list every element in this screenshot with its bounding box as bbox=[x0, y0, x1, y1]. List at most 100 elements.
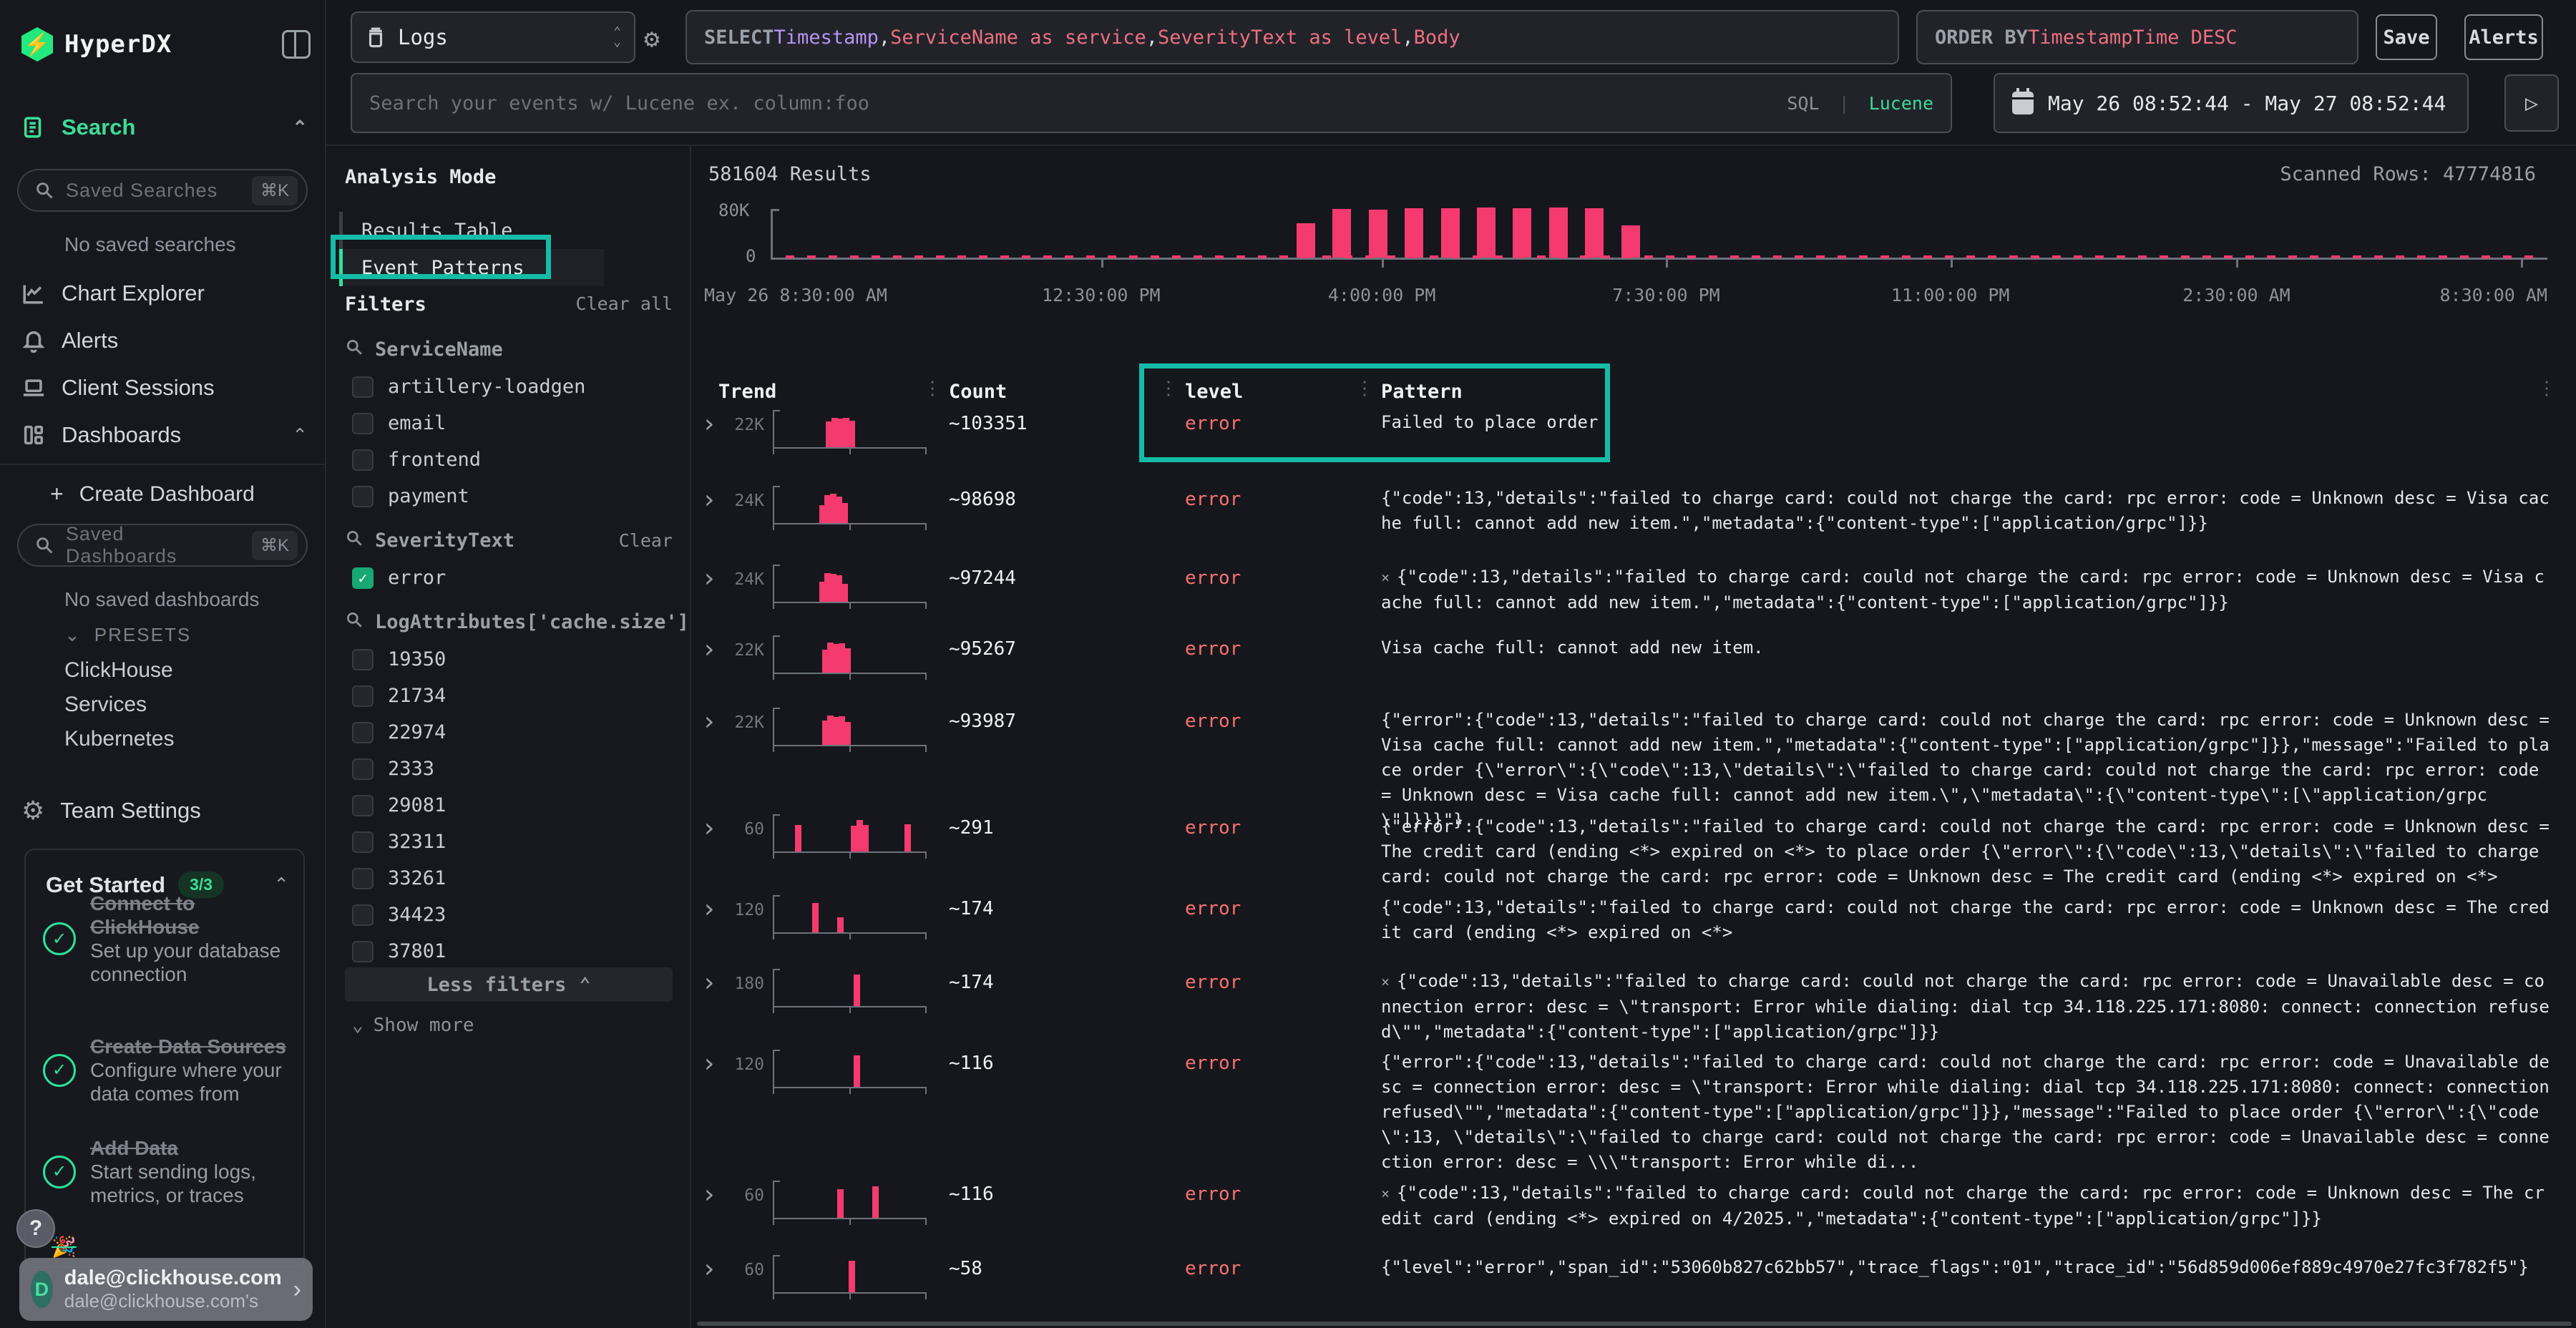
filter-option[interactable]: 19350 bbox=[352, 648, 673, 670]
table-menu-icon[interactable]: ⋮ bbox=[2537, 378, 2556, 399]
checkbox-unchecked[interactable] bbox=[352, 795, 374, 816]
saved-searches-input[interactable]: Saved Searches ⌘K bbox=[17, 169, 308, 212]
create-dashboard-button[interactable]: + Create Dashboard bbox=[50, 481, 308, 507]
search-icon[interactable] bbox=[345, 529, 364, 552]
histogram-bar[interactable] bbox=[1585, 208, 1604, 258]
checkbox-unchecked[interactable] bbox=[352, 486, 374, 507]
get-started-item[interactable]: ✓Create Data SourcesConfigure where your… bbox=[43, 1035, 293, 1105]
checkbox-checked[interactable]: ✓ bbox=[352, 567, 374, 589]
sidebar-item-dashboards[interactable]: Dashboards ⌃ bbox=[21, 422, 308, 448]
saved-dashboards-input[interactable]: Saved Dashboards ⌘K bbox=[17, 524, 308, 567]
histogram-bar[interactable] bbox=[1477, 208, 1496, 258]
filter-option[interactable]: 22974 bbox=[352, 721, 673, 743]
histogram-bar[interactable] bbox=[1513, 208, 1531, 258]
filter-option[interactable]: 2333 bbox=[352, 758, 673, 780]
filter-option[interactable]: ✓error bbox=[352, 567, 673, 589]
sidebar-collapse-icon[interactable] bbox=[282, 30, 311, 59]
col-header-trend[interactable]: Trend bbox=[718, 381, 776, 403]
spark-bar bbox=[837, 917, 844, 932]
gear-icon[interactable]: ⚙ bbox=[644, 24, 660, 54]
hyperdx-logo-icon: ⚡ bbox=[21, 27, 53, 62]
run-query-button[interactable]: ▷ bbox=[2504, 74, 2559, 132]
level-badge: error bbox=[1185, 638, 1241, 660]
sidebar-item-search[interactable]: Search ⌃ bbox=[21, 114, 308, 140]
alerts-button[interactable]: Alerts bbox=[2464, 14, 2543, 60]
col-resize-handle-icon[interactable]: ⋮ bbox=[1159, 378, 1178, 399]
orderby-query-input[interactable]: ORDER BY TimestampTime DESC bbox=[1916, 10, 2358, 64]
filter-option[interactable]: 33261 bbox=[352, 867, 673, 889]
checkbox-unchecked[interactable] bbox=[352, 722, 374, 743]
col-resize-handle-icon[interactable]: ⋮ bbox=[1355, 378, 1374, 399]
checkbox-unchecked[interactable] bbox=[352, 868, 374, 889]
col-header-count[interactable]: Count bbox=[949, 381, 1007, 403]
show-more-button[interactable]: ⌄Show more bbox=[352, 1015, 673, 1036]
checkbox-unchecked[interactable] bbox=[352, 413, 374, 434]
preset-clickhouse[interactable]: ClickHouse bbox=[64, 658, 173, 683]
pattern-text: {"code":13,"details":"failed to charge c… bbox=[1381, 486, 2552, 536]
col-header-level[interactable]: level bbox=[1185, 381, 1243, 403]
sidebar-item-team-settings[interactable]: ⚙ Team Settings bbox=[21, 796, 308, 826]
query-segment: ORDER BY bbox=[1935, 26, 2028, 49]
checkbox-unchecked[interactable] bbox=[352, 649, 374, 670]
filter-option[interactable]: 34423 bbox=[352, 904, 673, 926]
help-button[interactable]: ? bbox=[16, 1209, 55, 1248]
preset-kubernetes[interactable]: Kubernetes bbox=[64, 727, 174, 751]
date-range-picker[interactable]: May 26 08:52:44 - May 27 08:52:44 bbox=[1994, 73, 2469, 133]
preset-services[interactable]: Services bbox=[64, 693, 147, 717]
clear-all-button[interactable]: Clear all bbox=[576, 293, 673, 314]
filter-clear-button[interactable]: Clear bbox=[619, 530, 673, 551]
search-icon[interactable] bbox=[345, 338, 364, 361]
get-started-item[interactable]: ✓Add DataStart sending logs, metrics, or… bbox=[43, 1136, 293, 1207]
filter-option[interactable]: 37801 bbox=[352, 940, 673, 962]
filter-option[interactable]: 21734 bbox=[352, 685, 673, 707]
checkbox-unchecked[interactable] bbox=[352, 831, 374, 853]
histogram-bar[interactable] bbox=[1549, 208, 1568, 258]
sidebar-item-chart-explorer[interactable]: Chart Explorer bbox=[21, 280, 308, 306]
filter-option[interactable]: artillery-loadgen bbox=[352, 376, 673, 398]
sidebar-item-alerts[interactable]: Alerts bbox=[21, 328, 308, 353]
filter-option[interactable]: 29081 bbox=[352, 794, 673, 816]
filter-option[interactable]: 32311 bbox=[352, 831, 673, 853]
select-arrows-icon: ⌃⌄ bbox=[613, 27, 621, 47]
filter-option[interactable]: payment bbox=[352, 485, 673, 507]
col-resize-handle-icon[interactable]: ⋮ bbox=[923, 378, 942, 399]
histogram-bar[interactable] bbox=[1405, 208, 1423, 258]
lucene-toggle[interactable]: Lucene bbox=[1869, 93, 1933, 114]
analysis-mode-event-patterns[interactable]: Event Patterns bbox=[339, 249, 604, 286]
checkbox-unchecked[interactable] bbox=[352, 758, 374, 780]
chevron-up-icon[interactable]: ⌃ bbox=[292, 424, 308, 446]
user-menu[interactable]: D dale@clickhouse.com dale@clickhouse.co… bbox=[19, 1258, 313, 1321]
play-icon: ▷ bbox=[2525, 91, 2538, 116]
search-icon[interactable] bbox=[345, 610, 364, 634]
select-query-input[interactable]: SELECT Timestamp, ServiceName as service… bbox=[686, 10, 1899, 64]
source-selector-dropdown[interactable]: Logs ⌃⌄ bbox=[351, 11, 635, 63]
collapse-x-icon[interactable]: × bbox=[1381, 973, 1397, 990]
collapse-x-icon[interactable]: × bbox=[1381, 1185, 1397, 1202]
presets-section[interactable]: ⌄ PRESETS bbox=[64, 624, 191, 646]
histogram-bar[interactable] bbox=[1621, 225, 1640, 258]
checkbox-unchecked[interactable] bbox=[352, 449, 374, 471]
get-started-item[interactable]: ✓Connect to ClickHouseSet up your databa… bbox=[43, 892, 293, 986]
sql-toggle[interactable]: SQL bbox=[1787, 93, 1819, 114]
checkbox-unchecked[interactable] bbox=[352, 941, 374, 962]
chevron-up-icon[interactable]: ⌃ bbox=[292, 117, 308, 139]
pattern-count: ~97244 bbox=[949, 567, 1016, 589]
save-button[interactable]: Save bbox=[2376, 14, 2437, 60]
search-input[interactable]: Search your events w/ Lucene ex. column:… bbox=[351, 73, 1952, 133]
histogram-bar[interactable] bbox=[1332, 209, 1351, 258]
sidebar-item-client-sessions[interactable]: Client Sessions bbox=[21, 375, 308, 401]
checkbox-unchecked[interactable] bbox=[352, 685, 374, 707]
histogram-bar[interactable] bbox=[1297, 223, 1315, 258]
col-header-pattern[interactable]: Pattern bbox=[1381, 381, 1463, 403]
histogram-bar[interactable] bbox=[1441, 208, 1460, 258]
checkbox-unchecked[interactable] bbox=[352, 904, 374, 926]
histogram-bar[interactable] bbox=[1369, 210, 1387, 258]
filter-option[interactable]: email bbox=[352, 412, 673, 434]
filter-option[interactable]: frontend bbox=[352, 449, 673, 471]
get-started-card: Get Started 3/3 ⌃ ✓Connect to ClickHouse… bbox=[24, 849, 305, 1268]
horizontal-scrollbar[interactable] bbox=[697, 1322, 2572, 1326]
less-filters-button[interactable]: Less filters ⌃ bbox=[345, 967, 673, 1002]
analysis-mode-results-table[interactable]: Results Table bbox=[339, 212, 604, 249]
checkbox-unchecked[interactable] bbox=[352, 376, 374, 398]
collapse-x-icon[interactable]: × bbox=[1381, 569, 1397, 586]
